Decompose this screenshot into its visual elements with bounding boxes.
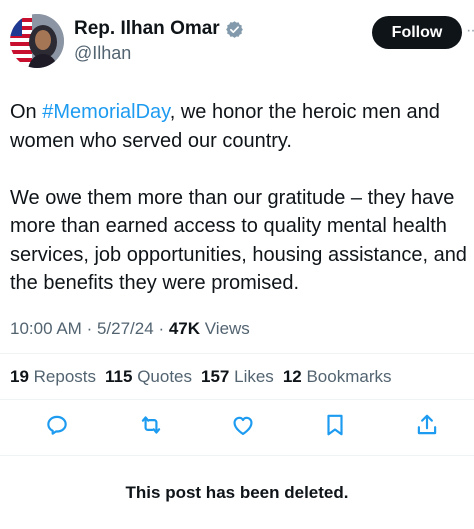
tweet-date[interactable]: 5/27/24	[97, 319, 154, 338]
tweet-paragraph-2: We owe them more than our gratitude – th…	[10, 186, 467, 295]
tweet-text-prefix: On	[10, 101, 43, 123]
heart-icon	[233, 416, 253, 435]
avatar-image	[10, 14, 64, 68]
verified-badge-icon	[225, 20, 243, 38]
views-count: 47K	[168, 319, 201, 338]
action-bar	[0, 412, 474, 442]
divider	[0, 353, 474, 354]
tweet-header: Rep. Ilhan Omar @Ilhan Follow ···	[10, 12, 474, 70]
divider	[0, 455, 474, 456]
meta-separator: ·	[86, 319, 93, 338]
likes-stat[interactable]: 157 Likes	[201, 367, 274, 387]
deleted-notice: This post has been deleted.	[125, 483, 349, 502]
tweet-meta: 10:00 AM · 5/27/24 · 47K Views	[10, 319, 250, 339]
repost-icon	[141, 416, 161, 434]
author-name-row[interactable]: Rep. Ilhan Omar	[74, 18, 244, 40]
author-name[interactable]: Rep. Ilhan Omar	[74, 18, 220, 40]
hashtag-link[interactable]: #MemorialDay	[42, 101, 169, 123]
bookmarks-label: Bookmarks	[306, 367, 392, 386]
share-button[interactable]	[414, 412, 442, 440]
reposts-label: Reposts	[33, 367, 97, 386]
reply-icon	[47, 415, 67, 435]
likes-label: Likes	[234, 367, 274, 386]
meta-separator: ·	[158, 319, 165, 338]
tweet-text: On #MemorialDay, we honor the heroic men…	[10, 98, 472, 298]
divider	[0, 399, 474, 400]
avatar[interactable]	[10, 14, 64, 68]
likes-count: 157	[201, 367, 230, 386]
bookmarks-stat[interactable]: 12 Bookmarks	[283, 367, 392, 387]
quotes-count: 115	[105, 367, 133, 386]
reposts-stat[interactable]: 19 Reposts	[10, 367, 96, 387]
bookmark-button[interactable]	[322, 412, 350, 440]
quotes-stat[interactable]: 115 Quotes	[105, 367, 192, 387]
like-button[interactable]	[230, 412, 258, 440]
views-label: Views	[204, 319, 250, 338]
engagement-stats: 19 Reposts 115 Quotes 157 Likes 12 Bookm…	[10, 367, 401, 387]
tweet-paragraph-1: On #MemorialDay, we honor the heroic men…	[10, 98, 472, 155]
tweet-time[interactable]: 10:00 AM	[10, 319, 82, 338]
author-handle[interactable]: @Ilhan	[74, 43, 131, 64]
reply-button[interactable]	[44, 412, 72, 440]
more-options-icon[interactable]: ···	[466, 23, 474, 39]
repost-button[interactable]	[138, 412, 166, 440]
share-icon	[417, 414, 437, 435]
reposts-count: 19	[10, 367, 29, 386]
flag-background	[10, 14, 32, 68]
quotes-label: Quotes	[137, 367, 193, 386]
bookmarks-count: 12	[282, 367, 302, 386]
bookmark-icon	[327, 414, 343, 436]
follow-button[interactable]: Follow	[372, 16, 462, 49]
